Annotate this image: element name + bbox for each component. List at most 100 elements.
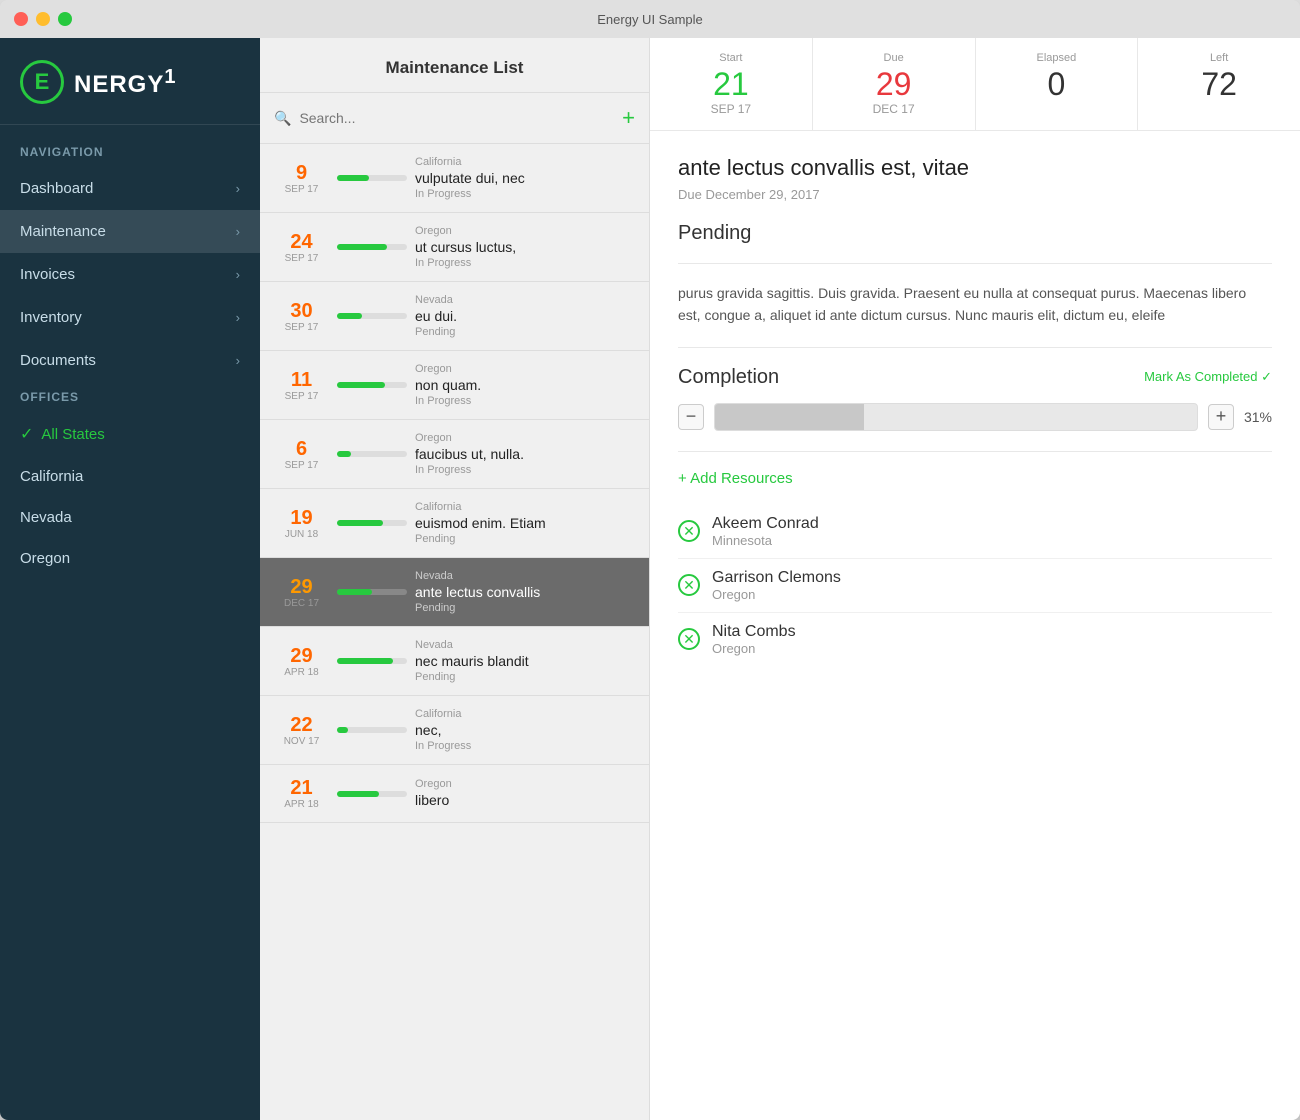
resource-name: Akeem Conrad (712, 515, 819, 533)
list-item[interactable]: 29 APR 18 Nevada nec mauris blandit Pend… (260, 627, 649, 696)
sidebar-item-invoices[interactable]: Invoices › (0, 253, 260, 296)
left-label: Left (1158, 52, 1280, 64)
item-bar-col (337, 589, 407, 595)
sidebar-item-maintenance[interactable]: Maintenance › (0, 210, 260, 253)
item-name: nec, (415, 722, 635, 738)
item-status: Pending (415, 326, 635, 338)
list-item[interactable]: 24 SEP 17 Oregon ut cursus luctus, In Pr… (260, 213, 649, 282)
item-date-col: 11 SEP 17 (274, 369, 329, 402)
progress-track (337, 451, 407, 457)
detail-body: ante lectus convallis est, vitae Due Dec… (650, 131, 1300, 690)
sidebar-item-oregon[interactable]: Oregon (0, 538, 260, 579)
list-item[interactable]: 9 SEP 17 California vulputate dui, nec I… (260, 144, 649, 213)
progress-fill (337, 244, 387, 250)
item-status: In Progress (415, 740, 635, 752)
resource-location: Minnesota (712, 533, 819, 548)
resource-item: ✕ Nita Combs Oregon (678, 613, 1272, 666)
completion-track (714, 403, 1198, 431)
search-bar: 🔍 + (260, 93, 649, 144)
resource-name: Nita Combs (712, 623, 796, 641)
item-bar-col (337, 451, 407, 457)
item-status: In Progress (415, 395, 635, 407)
logo-icon: E (20, 60, 64, 104)
chevron-icon: › (236, 181, 240, 196)
list-item[interactable]: 21 APR 18 Oregon libero (260, 765, 649, 823)
stat-start: Start 21 SEP 17 (650, 38, 813, 130)
sidebar: E NERGY1 Navigation Dashboard › Maintena… (0, 38, 260, 1120)
item-name: faucibus ut, nulla. (415, 446, 635, 462)
maximize-button[interactable] (58, 12, 72, 26)
resource-info: Akeem Conrad Minnesota (712, 515, 819, 548)
item-state: Nevada (415, 570, 635, 582)
chevron-icon: › (236, 310, 240, 325)
item-info: California nec, In Progress (415, 708, 635, 752)
mark-completed-button[interactable]: Mark As Completed ✓ (1144, 369, 1272, 385)
completion-percent: 31% (1244, 409, 1272, 425)
item-state: Oregon (415, 432, 635, 444)
resource-info: Nita Combs Oregon (712, 623, 796, 656)
item-date-col: 24 SEP 17 (274, 231, 329, 264)
resource-location: Oregon (712, 587, 841, 602)
add-resources-button[interactable]: + Add Resources (678, 470, 1272, 487)
stat-left: Left 72 (1138, 38, 1300, 130)
detail-header: Start 21 SEP 17 Due 29 DEC 17 Elapsed 0 … (650, 38, 1300, 131)
item-date-col: 22 NOV 17 (274, 714, 329, 747)
minimize-button[interactable] (36, 12, 50, 26)
start-date: 21 (670, 68, 792, 100)
item-status: In Progress (415, 257, 635, 269)
item-state: Oregon (415, 225, 635, 237)
progress-track (337, 658, 407, 664)
item-month: SEP 17 (285, 322, 319, 333)
elapsed-label: Elapsed (996, 52, 1118, 64)
item-date-col: 19 JUN 18 (274, 507, 329, 540)
progress-fill (337, 313, 362, 319)
detail-description: purus gravida sagittis. Duis gravida. Pr… (678, 282, 1272, 327)
item-name: euismod enim. Etiam (415, 515, 635, 531)
app-layout: E NERGY1 Navigation Dashboard › Maintena… (0, 38, 1300, 1120)
list-item[interactable]: 22 NOV 17 California nec, In Progress (260, 696, 649, 765)
sidebar-item-documents[interactable]: Documents › (0, 339, 260, 382)
list-title: Maintenance List (260, 38, 649, 93)
item-bar-col (337, 520, 407, 526)
resource-remove-button[interactable]: ✕ (678, 520, 700, 542)
left-value: 72 (1158, 68, 1280, 100)
decrease-button[interactable]: − (678, 404, 704, 430)
window-title: Energy UI Sample (597, 12, 703, 27)
list-item[interactable]: 6 SEP 17 Oregon faucibus ut, nulla. In P… (260, 420, 649, 489)
sidebar-item-inventory[interactable]: Inventory › (0, 296, 260, 339)
item-month: SEP 17 (285, 253, 319, 264)
titlebar: Energy UI Sample (0, 0, 1300, 38)
sidebar-item-california[interactable]: California (0, 456, 260, 497)
resource-remove-button[interactable]: ✕ (678, 574, 700, 596)
search-input[interactable] (299, 110, 614, 126)
sidebar-item-dashboard[interactable]: Dashboard › (0, 167, 260, 210)
list-item[interactable]: 19 JUN 18 California euismod enim. Etiam… (260, 489, 649, 558)
progress-fill (337, 589, 372, 595)
progress-track (337, 520, 407, 526)
increase-button[interactable]: + (1208, 404, 1234, 430)
resource-remove-button[interactable]: ✕ (678, 628, 700, 650)
close-button[interactable] (14, 12, 28, 26)
sidebar-item-all-states[interactable]: ✓ All States (0, 412, 260, 456)
item-state: California (415, 156, 635, 168)
completion-bar-row: − + 31% (678, 403, 1272, 431)
elapsed-value: 0 (996, 68, 1118, 100)
list-item[interactable]: 11 SEP 17 Oregon non quam. In Progress (260, 351, 649, 420)
item-month: SEP 17 (285, 460, 319, 471)
chevron-icon: › (236, 353, 240, 368)
add-button[interactable]: + (622, 105, 635, 131)
resource-item: ✕ Akeem Conrad Minnesota (678, 505, 1272, 559)
stat-elapsed: Elapsed 0 (976, 38, 1139, 130)
item-bar-col (337, 658, 407, 664)
item-name: vulputate dui, nec (415, 170, 635, 186)
item-date: 9 (296, 162, 307, 184)
item-date: 11 (291, 369, 312, 391)
item-date: 6 (296, 438, 307, 460)
resource-location: Oregon (712, 641, 796, 656)
sidebar-item-nevada[interactable]: Nevada (0, 497, 260, 538)
list-item[interactable]: 29 DEC 17 Nevada ante lectus convallis P… (260, 558, 649, 627)
item-date: 29 (290, 576, 312, 598)
item-date: 21 (290, 777, 312, 799)
list-item[interactable]: 30 SEP 17 Nevada eu dui. Pending (260, 282, 649, 351)
item-state: California (415, 708, 635, 720)
